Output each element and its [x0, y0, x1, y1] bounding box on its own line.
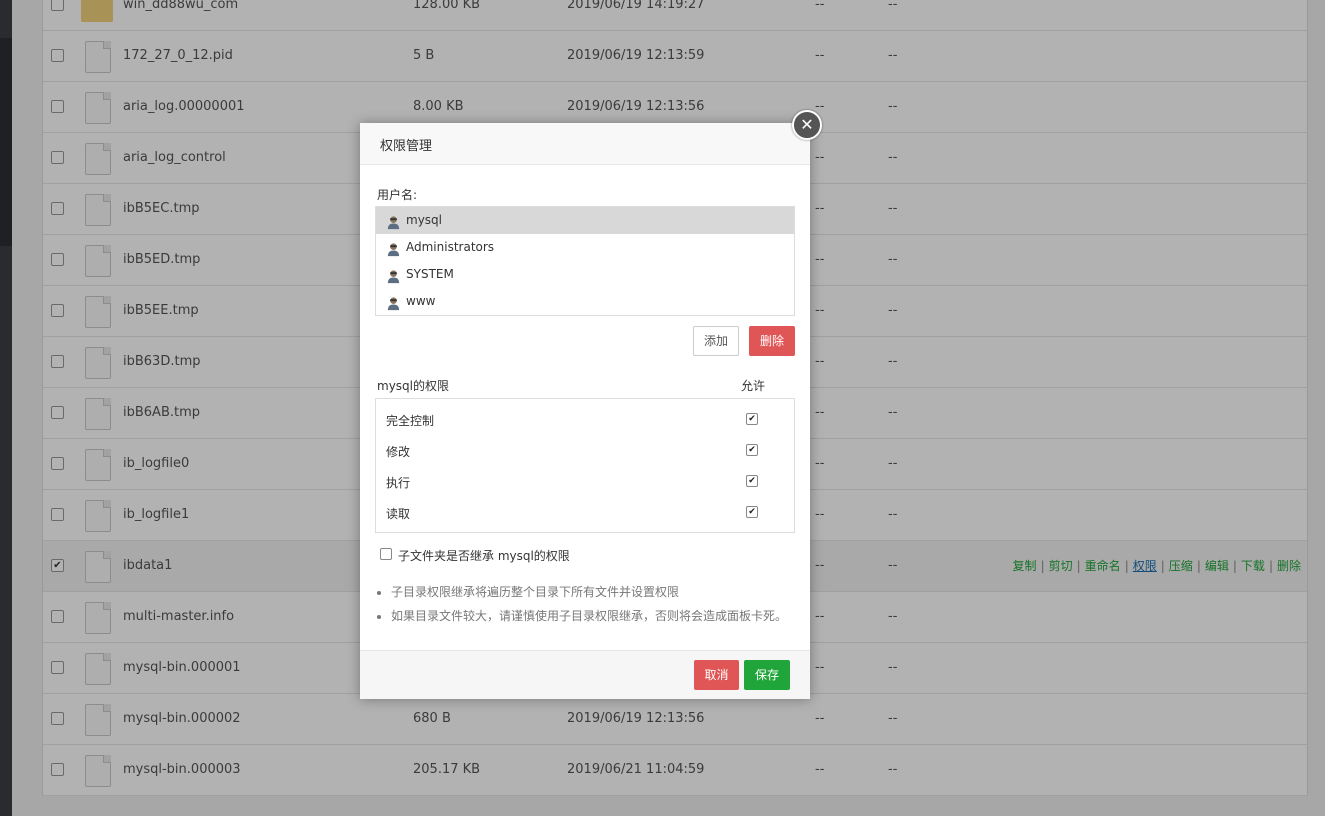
username-label: 用户名: [377, 188, 418, 202]
user-icon [386, 294, 401, 311]
permission-label: 完全控制 [386, 414, 435, 428]
user-name: SYSTEM [406, 267, 454, 281]
permission-checkbox[interactable]: ✔ [746, 413, 758, 425]
inherit-checkbox[interactable] [380, 548, 392, 560]
add-user-button[interactable]: 添加 [693, 326, 739, 356]
user-name: mysql [406, 213, 442, 227]
permission-checkbox[interactable]: ✔ [746, 444, 758, 456]
user-name: Administrators [406, 240, 495, 254]
user-list: mysql Administrators SYSTEM www [375, 206, 795, 316]
dialog-header: 权限管理 [360, 123, 810, 165]
user-name: www [406, 294, 436, 308]
dialog-footer: 取消 保存 [360, 650, 810, 699]
permission-list: 完全控制 ✔ 修改 ✔ 执行 ✔ 读取 ✔ [375, 398, 795, 533]
user-item[interactable]: mysql [376, 207, 794, 234]
help-note: 子目录权限继承将遍历整个目录下所有文件并设置权限 [391, 583, 787, 607]
permission-label: 修改 [386, 445, 411, 459]
permission-label: 读取 [386, 507, 411, 521]
inherit-option[interactable]: 子文件夹是否继承 mysql的权限 [380, 547, 570, 564]
cancel-button[interactable]: 取消 [694, 660, 739, 690]
user-icon [386, 213, 401, 230]
permission-title: mysql的权限 [377, 379, 449, 393]
permission-checkbox[interactable]: ✔ [746, 475, 758, 487]
close-icon[interactable]: ✕ [792, 110, 822, 140]
dialog-title: 权限管理 [380, 139, 433, 154]
inherit-label: 子文件夹是否继承 mysql的权限 [398, 549, 570, 563]
user-item[interactable]: www [376, 288, 794, 315]
user-icon [386, 240, 401, 257]
delete-user-button[interactable]: 删除 [749, 326, 795, 356]
user-icon [386, 267, 401, 284]
user-item[interactable]: Administrators [376, 234, 794, 261]
permission-label: 执行 [386, 476, 411, 490]
user-item[interactable]: SYSTEM [376, 261, 794, 288]
allow-column-header: 允许 [741, 379, 766, 393]
help-note: 如果目录文件较大，请谨慎使用子目录权限继承，否则将会造成面板卡死。 [391, 607, 787, 631]
help-notes: 子目录权限继承将遍历整个目录下所有文件并设置权限 如果目录文件较大，请谨慎使用子… [377, 583, 787, 631]
permission-dialog: 权限管理 ✕ 用户名: mysql Administrators SYSTEM www… [360, 110, 822, 699]
permission-checkbox[interactable]: ✔ [746, 506, 758, 518]
save-button[interactable]: 保存 [744, 660, 790, 690]
